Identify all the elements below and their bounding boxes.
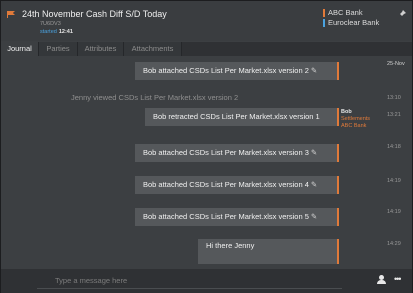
- message-time: 14:18: [387, 144, 401, 150]
- started-info: started 12:41: [40, 29, 73, 35]
- paperclip-icon[interactable]: ✎: [311, 66, 317, 75]
- party-abc-bank[interactable]: ABC Bank: [323, 8, 363, 17]
- message-time: 14:19: [387, 178, 401, 184]
- message-time: 14:29: [387, 241, 401, 247]
- sender-role: Settlements: [341, 116, 371, 122]
- message-text: Bob attached CSDs List Per Market.xlsx v…: [143, 66, 309, 75]
- tab-parties[interactable]: Parties: [39, 42, 78, 56]
- journal-event: Jenny viewed CSDs List Per Market.xlsx v…: [71, 93, 239, 102]
- tab-attributes[interactable]: Attributes: [78, 42, 124, 56]
- journal-message[interactable]: Bob attached CSDs List Per Market.xlsx v…: [135, 144, 339, 162]
- message-text: Bob attached CSDs List Per Market.xlsx v…: [143, 148, 309, 157]
- journal-message[interactable]: Bob attached CSDs List Per Market.xlsx v…: [135, 176, 339, 194]
- message-text: Bob attached CSDs List Per Market.xlsx v…: [143, 180, 309, 189]
- case-header: 24th November Cash Diff S/D Today 7U6DV3…: [1, 1, 412, 41]
- journal-message[interactable]: Bob retracted CSDs List Per Market.xlsx …: [145, 108, 339, 126]
- party-euroclear-bank[interactable]: Euroclear Bank: [323, 18, 379, 27]
- sender-org: ABC Bank: [341, 123, 367, 129]
- message-text: Hi there Jenny: [206, 241, 255, 250]
- journal-feed: Bob attached CSDs List Per Market.xlsx v…: [1, 56, 412, 266]
- tab-journal[interactable]: Journal: [1, 42, 39, 56]
- party-color-marker: [323, 19, 325, 27]
- paperclip-icon[interactable]: ✎: [311, 212, 317, 221]
- started-label: started: [40, 29, 57, 35]
- pin-icon[interactable]: [397, 9, 407, 19]
- case-window: 24th November Cash Diff S/D Today 7U6DV3…: [0, 0, 413, 293]
- message-time: 13:21: [387, 112, 401, 118]
- message-date: 25-Nov: [387, 61, 405, 67]
- sender-name: Bob: [341, 109, 352, 115]
- paperclip-icon[interactable]: ✎: [311, 148, 317, 157]
- party-color-marker: [323, 9, 325, 17]
- event-time: 13:10: [387, 95, 401, 101]
- tab-bar: Journal Parties Attributes Attachments: [1, 42, 412, 56]
- more-icon[interactable]: •••: [394, 274, 402, 284]
- party-name: Euroclear Bank: [328, 18, 380, 27]
- case-id: 7U6DV3: [40, 21, 61, 27]
- case-title: 24th November Cash Diff S/D Today: [22, 9, 167, 19]
- message-composer: •••: [1, 269, 412, 293]
- message-text: Bob retracted CSDs List Per Market.xlsx …: [153, 112, 320, 121]
- message-text: Bob attached CSDs List Per Market.xlsx v…: [143, 212, 309, 221]
- flag-icon: [7, 11, 16, 18]
- message-input[interactable]: [37, 273, 342, 289]
- tab-attachments[interactable]: Attachments: [124, 42, 182, 56]
- started-time: 12:41: [58, 29, 73, 35]
- paperclip-icon[interactable]: ✎: [311, 180, 317, 189]
- party-name: ABC Bank: [328, 8, 363, 17]
- journal-message[interactable]: Hi there Jenny: [198, 239, 339, 264]
- journal-message[interactable]: Bob attached CSDs List Per Market.xlsx v…: [135, 208, 339, 226]
- person-icon[interactable]: [377, 275, 386, 285]
- message-sender: Bob Settlements ABC Bank: [341, 109, 370, 130]
- journal-message[interactable]: Bob attached CSDs List Per Market.xlsx v…: [135, 62, 339, 80]
- message-time: 14:19: [387, 209, 401, 215]
